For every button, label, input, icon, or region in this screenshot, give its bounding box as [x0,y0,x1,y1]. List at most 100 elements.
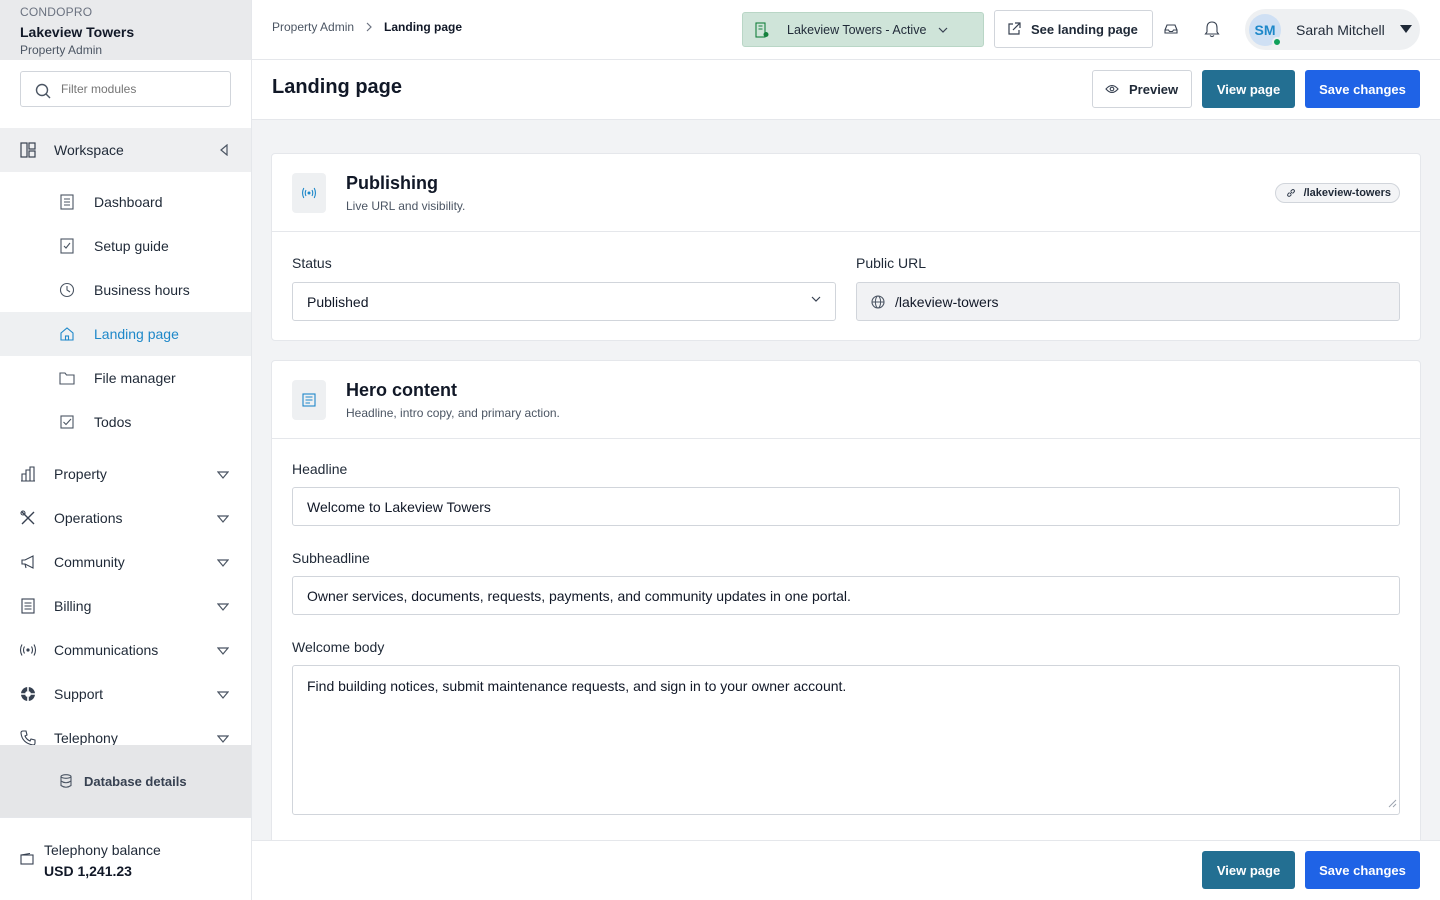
link-icon [1286,188,1296,198]
main-content: Publishing Live URL and visibility. /lak… [252,121,1440,840]
sidebar-group-billing[interactable]: Billing [0,584,251,628]
publishing-card: Publishing Live URL and visibility. /lak… [271,153,1421,341]
folder-icon [58,369,76,387]
property-selector[interactable]: Lakeview Towers - Active [742,12,984,47]
database-details-label: Database details [84,773,187,789]
database-details-button[interactable]: Database details [0,745,251,817]
publishing-title: Publishing [346,173,438,193]
save-changes-button[interactable]: Save changes [1305,70,1420,108]
building-status-icon [755,21,769,38]
sidebar-group-property[interactable]: Property [0,452,251,496]
sidebar-group-workspace[interactable]: Workspace [0,128,251,172]
globe-icon [871,294,885,309]
user-name: Sarah Mitchell [1296,21,1385,38]
subheadline-value: Owner services, documents, requests, pay… [307,587,851,604]
publishing-card-header: Publishing Live URL and visibility. /lak… [272,154,1420,232]
eye-icon [1105,84,1119,94]
sidebar-group-label: Telephony [54,730,118,746]
top-bar: Property Admin Landing page Lakeview Tow… [252,0,1440,60]
building-icon [18,464,38,484]
avatar-initials: SM [1254,21,1276,38]
welcome-body-textarea[interactable]: Find building notices, submit maintenanc… [292,665,1400,815]
sidebar-group-label: Community [54,554,125,570]
sidebar-item-label: File manager [94,370,176,386]
sidebar-group-label: Communications [54,642,159,658]
wallet-icon [20,852,34,900]
search-icon [35,83,51,104]
bell-icon[interactable] [1204,20,1220,38]
sidebar-item-label: Todos [94,414,132,430]
hero-card-header: Hero content Headline, intro copy, and p… [272,361,1420,439]
brand-org: CONDOPRO [20,5,93,19]
chevron-down-icon [811,296,821,302]
status-select[interactable]: Published [292,282,836,321]
sidebar-group-community[interactable]: Community [0,540,251,584]
page-header: Landing page Preview View page Save chan… [252,60,1440,120]
chevron-down-icon [216,643,230,659]
publishing-subtitle: Live URL and visibility. [346,199,466,213]
welcome-body-label: Welcome body [292,639,385,655]
view-page-button[interactable]: View page [1202,70,1295,108]
footer-save-changes-button[interactable]: Save changes [1305,851,1420,889]
sidebar-item-landing-page[interactable]: Landing page [0,312,251,356]
chevron-down-icon [216,599,230,615]
headline-label: Headline [292,461,348,477]
resize-handle-icon[interactable] [1388,794,1397,812]
sidebar: CONDOPRO Lakeview Towers Property Admin … [0,0,252,900]
subheadline-label: Subheadline [292,550,370,566]
status-select-value: Published [307,293,369,310]
headline-input[interactable]: Welcome to Lakeview Towers [292,487,1400,526]
sidebar-group-communications[interactable]: Communications [0,628,251,672]
breadcrumb-root[interactable]: Property Admin [272,20,354,34]
inbox-icon[interactable] [1163,20,1179,36]
sidebar-group-support[interactable]: Support [0,672,251,716]
external-link-icon [1007,22,1021,36]
sidebar-item-dashboard[interactable]: Dashboard [0,180,251,224]
sidebar-group-label: Operations [54,510,123,526]
subheadline-input[interactable]: Owner services, documents, requests, pay… [292,576,1400,615]
sidebar-group-label: Property [54,466,107,482]
user-menu[interactable]: SM Sarah Mitchell [1245,9,1420,50]
preview-button[interactable]: Preview [1092,70,1192,108]
caret-down-icon [1400,25,1412,33]
footer-view-page-button[interactable]: View page [1202,851,1295,889]
page-title: Landing page [272,76,402,98]
chevron-down-icon [216,687,230,703]
filter-modules-input[interactable] [61,72,221,106]
chevron-down-icon [216,511,230,527]
brand-block: CONDOPRO Lakeview Towers Property Admin [0,0,251,60]
dashboard-icon [58,193,76,211]
url-chip-text: /lakeview-towers [1303,187,1391,199]
lifebuoy-icon [18,684,38,704]
sidebar-item-label: Business hours [94,282,190,298]
sidebar-item-label: Dashboard [94,194,163,210]
hero-title: Hero content [346,380,458,400]
chevron-down-icon [216,467,230,483]
sidebar-item-file-manager[interactable]: File manager [0,356,251,400]
checkbox-icon [58,413,76,431]
brand-property-name: Lakeview Towers [20,24,135,40]
layout-icon [18,140,38,160]
sidebar-item-todos[interactable]: Todos [0,400,251,444]
see-landing-page-button[interactable]: See landing page [994,10,1153,48]
sidebar-item-business-hours[interactable]: Business hours [0,268,251,312]
sidebar-item-setup-guide[interactable]: Setup guide [0,224,251,268]
url-chip[interactable]: /lakeview-towers [1274,183,1400,203]
status-label: Status [292,255,332,271]
sidebar-group-operations[interactable]: Operations [0,496,251,540]
sidebar-group-label: Billing [54,598,92,614]
collapse-left-icon[interactable] [219,143,229,159]
sidebar-group-label: Support [54,686,104,702]
public-url-field: /lakeview-towers [856,282,1400,321]
hero-subtitle: Headline, intro copy, and primary action… [346,406,560,420]
online-status-dot [1272,36,1282,47]
balance-label: Telephony balance [44,842,161,858]
breadcrumb-current: Landing page [384,20,463,34]
footer-actions: View page Save changes [252,840,1440,900]
chevron-right-icon [365,22,373,32]
breadcrumb: Property Admin Landing page [272,20,462,34]
tools-icon [18,508,38,528]
filter-modules-field[interactable] [20,71,231,107]
database-icon [60,774,72,788]
sidebar-item-label: Setup guide [94,238,169,254]
